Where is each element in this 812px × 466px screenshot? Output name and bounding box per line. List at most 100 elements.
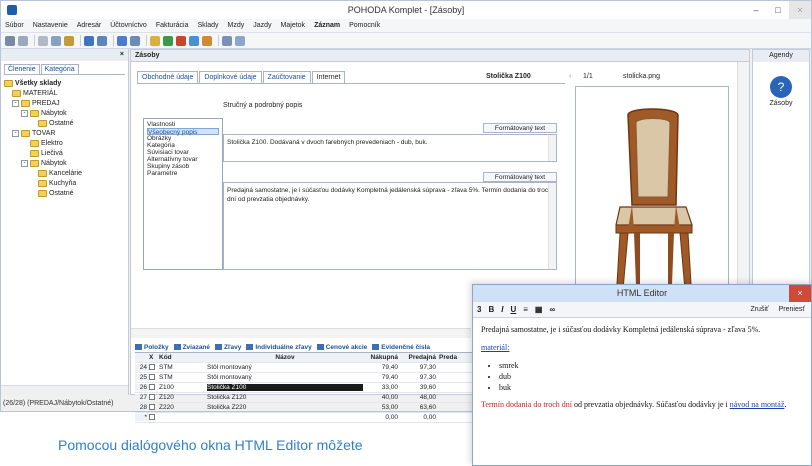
- row-checkbox[interactable]: [149, 363, 155, 370]
- tree-node-tovar-nabytok[interactable]: - Nábytok: [4, 158, 125, 168]
- zasoby-agenda-icon[interactable]: ?: [770, 76, 792, 98]
- menu-pomocnik[interactable]: Pomocník: [349, 22, 380, 29]
- left-panel-close[interactable]: ×: [1, 49, 128, 61]
- list-item[interactable]: Súvisiaci tovar: [147, 149, 219, 156]
- html-editor-content[interactable]: Predajná samostatne, je i súčasťou dodáv…: [473, 318, 811, 423]
- tab-doplnkove-udaje[interactable]: Doplnkové údaje: [199, 71, 262, 83]
- html-editor-close-button[interactable]: ×: [789, 285, 811, 302]
- print-icon[interactable]: [5, 35, 15, 46]
- undo-icon[interactable]: [130, 35, 140, 46]
- row-checkbox[interactable]: [149, 413, 155, 420]
- collapse-icon[interactable]: -: [12, 129, 19, 137]
- assembly-link[interactable]: návod na montáž: [730, 400, 785, 409]
- refresh-icon[interactable]: [163, 35, 173, 46]
- table-icon[interactable]: ▦: [535, 305, 543, 314]
- vertical-scrollbar[interactable]: [548, 135, 556, 161]
- collapse-icon[interactable]: -: [12, 99, 19, 107]
- print-preview-icon[interactable]: [18, 35, 28, 46]
- tab-clenenie[interactable]: Členenie: [4, 64, 40, 74]
- tree-node-material[interactable]: MATERIÁL: [4, 88, 125, 98]
- copy-icon[interactable]: [51, 35, 61, 46]
- tree-node-kuchyna[interactable]: Kuchyňa: [4, 178, 125, 188]
- grid-tab-individualne-zlavy[interactable]: Individuálne zľavy: [246, 344, 312, 351]
- collapse-icon[interactable]: -: [21, 159, 28, 167]
- row-checkbox[interactable]: [149, 383, 155, 390]
- new-record-icon[interactable]: [84, 35, 94, 46]
- tab-internet[interactable]: Internet: [311, 71, 346, 83]
- table-row-new[interactable]: * 0,00 0,00: [135, 413, 475, 423]
- table-row[interactable]: 28 Z220 Stolička Z220 53,00 63,60: [135, 403, 475, 413]
- tree-node-elektro[interactable]: Elektro: [4, 138, 125, 148]
- tree-node-predaj-nabytok[interactable]: - Nábytok: [4, 108, 125, 118]
- vertical-scrollbar[interactable]: [548, 183, 556, 269]
- filter-icon[interactable]: [150, 35, 160, 46]
- collapse-icon[interactable]: -: [21, 109, 28, 117]
- transfer-button[interactable]: Preniesť: [779, 306, 805, 313]
- menu-sklady[interactable]: Sklady: [198, 22, 219, 29]
- cut-icon[interactable]: [38, 35, 48, 46]
- cancel-button[interactable]: Zrušiť: [750, 306, 768, 313]
- report-icon[interactable]: [222, 35, 232, 46]
- grid-tab-cenove-akcie[interactable]: Cenové akcie: [316, 344, 367, 351]
- short-description-field[interactable]: Stolička Z100. Dodávaná v dvoch farebnýc…: [223, 134, 557, 162]
- menu-mzdy[interactable]: Mzdy: [228, 22, 245, 29]
- tab-obchodne-udaje[interactable]: Obchodné údaje: [137, 71, 199, 83]
- grid-tab-zlavy[interactable]: Zľavy: [215, 344, 241, 351]
- agendy-label[interactable]: Zásoby: [753, 100, 809, 107]
- tree-node-kancelarie[interactable]: Kancelárie: [4, 168, 125, 178]
- menu-zaznam[interactable]: Záznam: [314, 22, 340, 29]
- format-text-button-2[interactable]: Formátovaný text: [483, 172, 557, 182]
- stop-icon[interactable]: [176, 35, 186, 46]
- long-description-field[interactable]: Predajná samostatne, je i súčasťou dodáv…: [223, 182, 557, 270]
- list-item[interactable]: Obrázky: [147, 135, 219, 142]
- link-icon[interactable]: ∞: [549, 305, 555, 314]
- left-horizontal-scrollbar[interactable]: [1, 385, 128, 395]
- prev-image-icon[interactable]: ‹: [569, 73, 583, 80]
- list-item[interactable]: Alternatívny tovar: [147, 156, 219, 163]
- row-checkbox[interactable]: [149, 403, 155, 410]
- list-item-selected[interactable]: Všeobecný popis: [147, 128, 219, 136]
- tree-node-predaj-ostatne[interactable]: Ostatné: [4, 118, 125, 128]
- property-list[interactable]: Vlastnosti Všeobecný popis Obrázky Kateg…: [143, 118, 223, 270]
- format-text-button[interactable]: Formátovaný text: [483, 123, 557, 133]
- underline-icon[interactable]: U: [510, 305, 516, 314]
- menu-majetok[interactable]: Majetok: [281, 22, 306, 29]
- grid-tab-polozky[interactable]: Položky: [135, 344, 169, 351]
- tree-node-vsetky-sklady[interactable]: Všetky sklady: [4, 78, 125, 88]
- paste-icon[interactable]: [64, 35, 74, 46]
- search-icon[interactable]: [189, 35, 199, 46]
- menu-subor[interactable]: Súbor: [5, 22, 24, 29]
- menu-jazdy[interactable]: Jazdy: [253, 22, 271, 29]
- row-checkbox[interactable]: [149, 393, 155, 400]
- folder-icon[interactable]: [202, 35, 212, 46]
- calculator-icon[interactable]: [235, 35, 245, 46]
- maximize-button[interactable]: □: [767, 1, 789, 19]
- list-item[interactable]: Skupiny zásob: [147, 163, 219, 170]
- tree-node-predaj[interactable]: - PREDAJ: [4, 98, 125, 108]
- menu-nastavenie[interactable]: Nastavenie: [33, 22, 68, 29]
- tab-kategoria[interactable]: Kategória: [40, 64, 79, 74]
- tree-node-tovar-ostatne[interactable]: Ostatné: [4, 188, 125, 198]
- tree-node-tovar[interactable]: - TOVAR: [4, 128, 125, 138]
- list-item[interactable]: Kategória: [147, 142, 219, 149]
- row-checkbox[interactable]: [149, 373, 155, 380]
- list-icon[interactable]: ≡: [523, 305, 528, 314]
- table-row[interactable]: 24 STM Stôl montovaný 79,40 97,30: [135, 363, 475, 373]
- list-item[interactable]: Parametre: [147, 170, 219, 177]
- italic-icon[interactable]: I: [501, 305, 503, 314]
- menu-fakturacia[interactable]: Fakturácia: [156, 22, 189, 29]
- grid-tab-evidencne-cisla[interactable]: Evidenčné čísla: [372, 344, 430, 351]
- grid-horizontal-scrollbar[interactable]: [131, 328, 471, 338]
- list-item[interactable]: Vlastnosti: [147, 121, 219, 128]
- bold-icon[interactable]: B: [488, 305, 494, 314]
- table-row[interactable]: 25 STM Stôl montovaný 79,40 97,30: [135, 373, 475, 383]
- edit-record-icon[interactable]: [97, 35, 107, 46]
- tab-zauctovanie[interactable]: Zaúčtovanie: [262, 71, 311, 83]
- close-button[interactable]: ×: [789, 1, 811, 19]
- table-row-selected[interactable]: 26 Z100 Stolička Z100 33,00 39,60: [135, 383, 475, 393]
- save-icon[interactable]: [117, 35, 127, 46]
- minimize-button[interactable]: ‒: [745, 1, 767, 19]
- grid-tab-zviazane[interactable]: Zviazané: [173, 344, 210, 351]
- tree-node-lieciva[interactable]: Liečivá: [4, 148, 125, 158]
- menu-adresar[interactable]: Adresár: [77, 22, 102, 29]
